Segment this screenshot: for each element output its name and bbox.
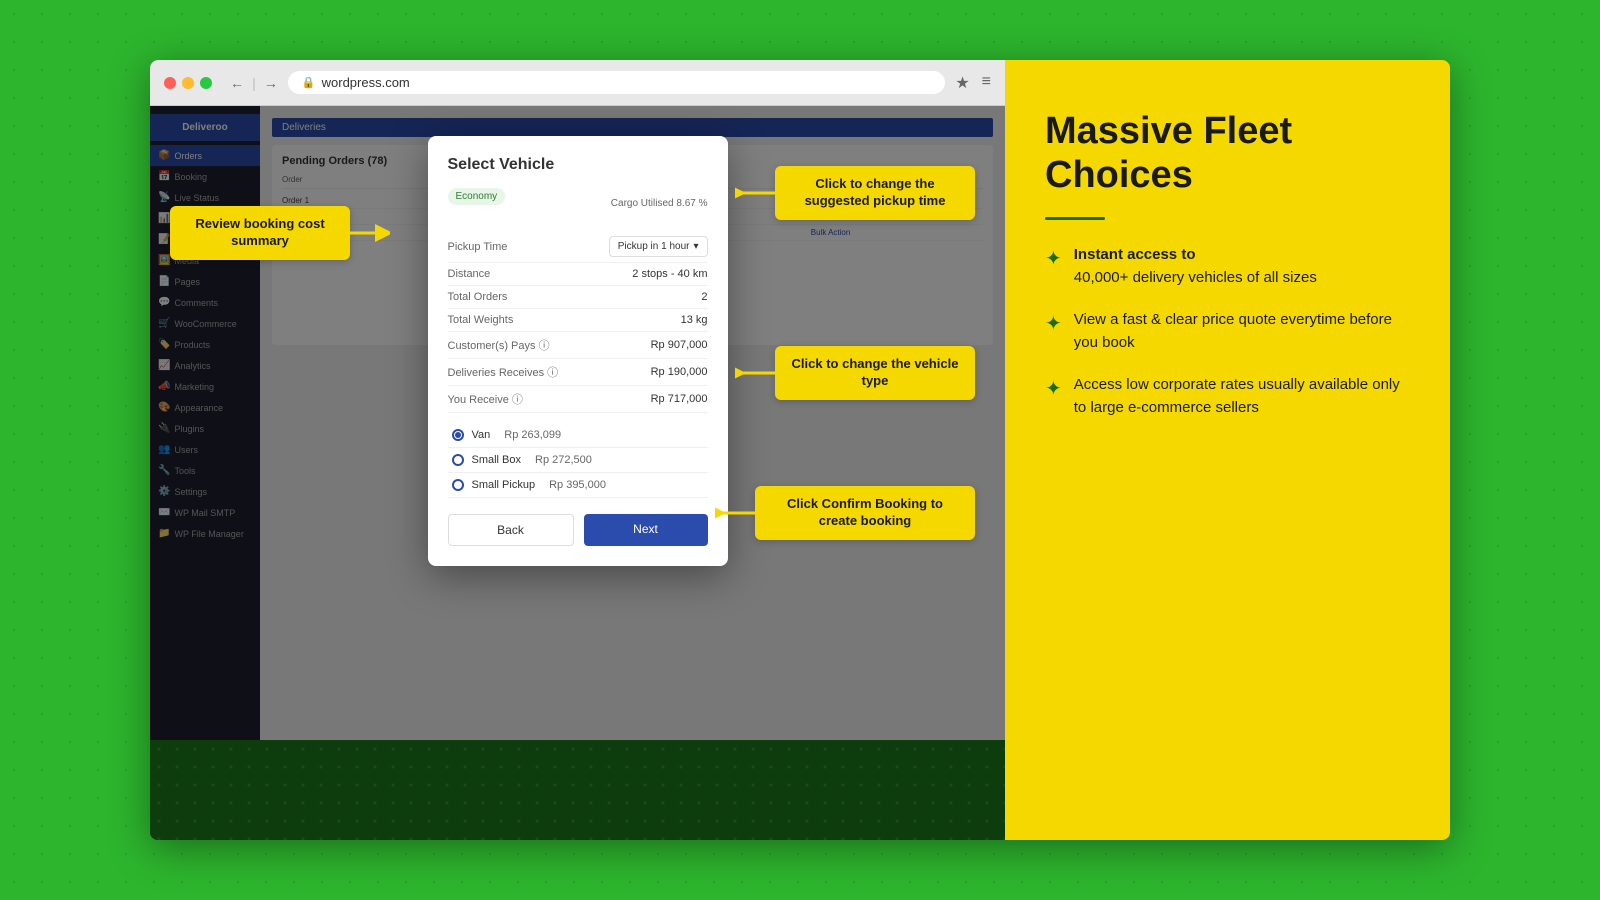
total-weights-label: Total Weights — [448, 314, 514, 326]
vehicle-radio-van — [452, 429, 464, 441]
url-text: wordpress.com — [322, 75, 410, 90]
lock-icon: 🔒 — [302, 76, 316, 89]
total-weights-value: 13 kg — [681, 314, 708, 326]
deliveries-receives-row: Deliveries Receives ⓘ Rp 190,000 — [448, 359, 708, 386]
small-pickup-price: Rp 395,000 — [549, 479, 606, 491]
browser-actions: ★ ≡ — [955, 73, 991, 93]
maximize-dot[interactable] — [200, 77, 212, 89]
pickup-time-value: Pickup in 1 hour — [618, 241, 690, 252]
browser-content: Deliveroo 📦 Orders 📅 Booking 📡 Live Stat… — [150, 106, 1005, 840]
total-weights-row: Total Weights 13 kg — [448, 309, 708, 332]
feature-text-1: View a fast & clear price quote everytim… — [1074, 309, 1410, 354]
modal-actions: Back Next — [448, 514, 708, 546]
total-orders-value: 2 — [701, 291, 707, 303]
total-orders-label: Total Orders — [448, 291, 508, 303]
small-box-name: Small Box — [472, 454, 522, 466]
arrow-right-svg — [340, 223, 390, 243]
vehicle-radio-small-pickup — [452, 479, 464, 491]
customers-pays-row: Customer(s) Pays ⓘ Rp 907,000 — [448, 332, 708, 359]
next-button[interactable]: Next — [584, 514, 708, 546]
modal-overlay: Select Vehicle Economy Cargo Utilised 8.… — [150, 106, 1005, 840]
star-icon-0: ✦ — [1045, 246, 1062, 271]
vehicle-option-small-box[interactable]: Small Box Rp 272,500 — [448, 448, 708, 473]
feature-item-2: ✦ Access low corporate rates usually ava… — [1045, 374, 1410, 419]
feature-item-0: ✦ Instant access to40,000+ delivery vehi… — [1045, 244, 1410, 289]
minimize-dot[interactable] — [182, 77, 194, 89]
modal-title: Select Vehicle — [448, 156, 708, 174]
vehicle-option-small-pickup[interactable]: Small Pickup Rp 395,000 — [448, 473, 708, 498]
distance-value: 2 stops - 40 km — [632, 268, 707, 280]
pickup-time-row: Pickup Time Pickup in 1 hour ▾ — [448, 231, 708, 263]
chevron-down-icon: ▾ — [693, 241, 698, 252]
customers-pays-label: Customer(s) Pays ⓘ — [448, 337, 550, 353]
menu-icon[interactable]: ≡ — [982, 73, 991, 93]
forward-button[interactable]: → — [264, 75, 278, 91]
feature-text-0: Instant access to40,000+ delivery vehicl… — [1074, 244, 1317, 289]
browser-dots — [164, 77, 212, 89]
arrow-left-svg-vehicle — [735, 363, 785, 383]
annotation-review-booking: Review booking cost summary — [170, 206, 350, 260]
economy-badge: Economy — [448, 188, 506, 205]
left-panel: ← | → 🔒 wordpress.com ★ ≡ Deliveroo 📦 Or… — [150, 60, 1005, 840]
deliveries-receives-value: Rp 190,000 — [651, 366, 708, 378]
cargo-utilised: Cargo Utilised 8.67 % — [611, 198, 708, 209]
main-container: ← | → 🔒 wordpress.com ★ ≡ Deliveroo 📦 Or… — [150, 60, 1450, 840]
deliveries-receives-label: Deliveries Receives ⓘ — [448, 364, 559, 380]
browser-navigation: ← | → — [230, 75, 278, 91]
browser-chrome: ← | → 🔒 wordpress.com ★ ≡ — [150, 60, 1005, 106]
small-box-price: Rp 272,500 — [535, 454, 592, 466]
vehicle-options: Van Rp 263,099 Small Box Rp 272,500 Smal… — [448, 423, 708, 498]
back-button[interactable]: Back — [448, 514, 574, 546]
feature-text-2: Access low corporate rates usually avail… — [1074, 374, 1410, 419]
divider — [1045, 217, 1105, 220]
you-receive-label: You Receive ⓘ — [448, 391, 523, 407]
pickup-label: Pickup Time — [448, 241, 508, 253]
customers-pays-value: Rp 907,000 — [651, 339, 708, 351]
total-orders-row: Total Orders 2 — [448, 286, 708, 309]
vehicle-radio-small-box — [452, 454, 464, 466]
small-pickup-name: Small Pickup — [472, 479, 536, 491]
feature-list: ✦ Instant access to40,000+ delivery vehi… — [1045, 244, 1410, 419]
van-name: Van — [472, 429, 491, 441]
pickup-time-select[interactable]: Pickup in 1 hour ▾ — [609, 236, 708, 257]
select-vehicle-modal: Select Vehicle Economy Cargo Utilised 8.… — [428, 136, 728, 566]
feature-item-1: ✦ View a fast & clear price quote everyt… — [1045, 309, 1410, 354]
address-bar[interactable]: 🔒 wordpress.com — [288, 71, 945, 94]
distance-label: Distance — [448, 268, 491, 280]
annotation-confirm-booking: Click Confirm Booking to create booking — [755, 486, 975, 540]
right-panel-title: Massive Fleet Choices — [1045, 110, 1410, 197]
distance-row: Distance 2 stops - 40 km — [448, 263, 708, 286]
arrow-left-svg-confirm — [715, 503, 765, 523]
you-receive-row: You Receive ⓘ Rp 717,000 — [448, 386, 708, 413]
vehicle-option-van[interactable]: Van Rp 263,099 — [448, 423, 708, 448]
van-price: Rp 263,099 — [504, 429, 561, 441]
close-dot[interactable] — [164, 77, 176, 89]
arrow-left-svg-pickup — [735, 183, 785, 203]
annotation-change-vehicle: Click to change the vehicle type — [775, 346, 975, 400]
star-icon[interactable]: ★ — [955, 73, 969, 93]
you-receive-value: Rp 717,000 — [651, 393, 708, 405]
back-button[interactable]: ← — [230, 75, 244, 91]
star-icon-2: ✦ — [1045, 376, 1062, 401]
star-icon-1: ✦ — [1045, 311, 1062, 336]
right-panel: Massive Fleet Choices ✦ Instant access t… — [1005, 60, 1450, 840]
annotation-change-pickup: Click to change the suggested pickup tim… — [775, 166, 975, 220]
